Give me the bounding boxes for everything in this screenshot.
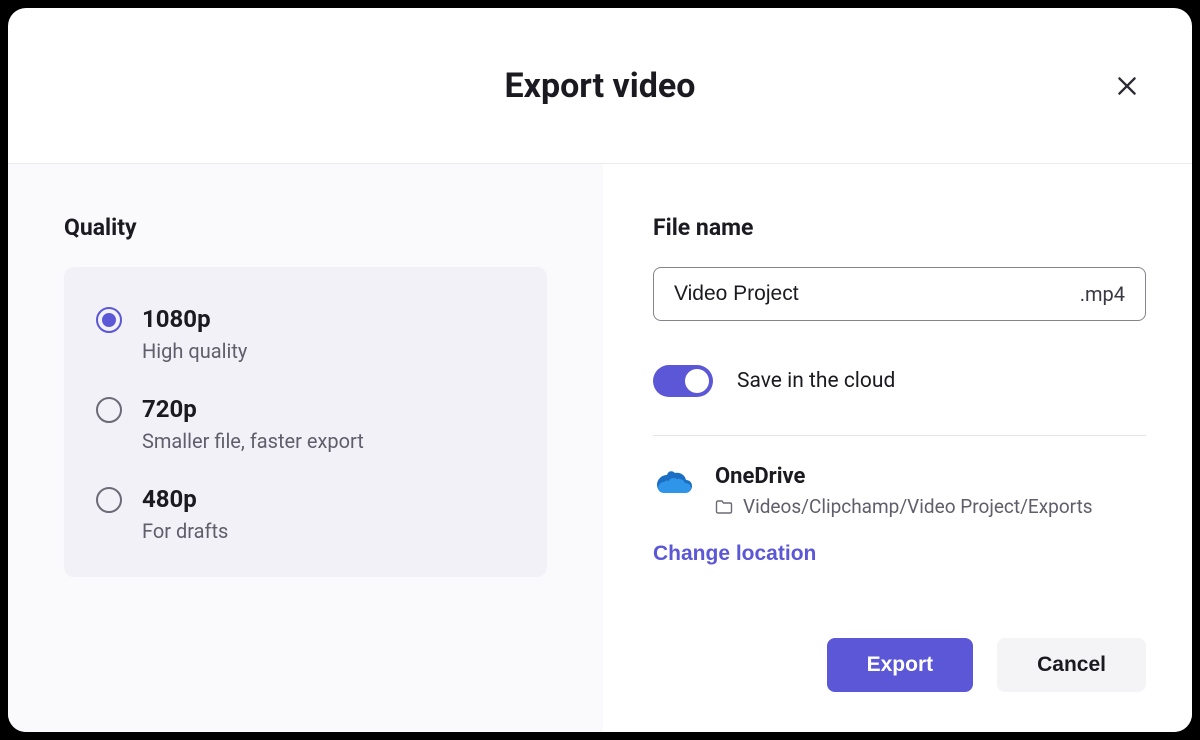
cloud-info: OneDrive Videos/Clipchamp/Video Project/… [715,464,1093,518]
dialog-body: Quality 1080p High quality 720p Smaller … [8,164,1192,732]
filename-label: File name [653,214,1146,241]
radio-icon [96,487,122,513]
cloud-toggle-row: Save in the cloud [653,365,1146,397]
filename-row: .mp4 [653,267,1146,321]
dialog-title: Export video [505,66,696,106]
option-text: 480p For drafts [142,485,228,543]
close-icon [1114,73,1140,99]
quality-option-480p[interactable]: 480p For drafts [96,475,515,549]
cloud-path-row: Videos/Clipchamp/Video Project/Exports [715,495,1093,518]
filename-input[interactable] [674,282,1080,306]
folder-icon [715,499,733,515]
change-location-link[interactable]: Change location [653,542,1146,566]
export-dialog: Export video Quality 1080p High quality [8,8,1192,732]
cloud-provider: OneDrive [715,464,1093,489]
dialog-header: Export video [8,8,1192,164]
option-title: 1080p [142,305,247,333]
quality-option-720p[interactable]: 720p Smaller file, faster export [96,385,515,475]
cloud-location-row: OneDrive Videos/Clipchamp/Video Project/… [653,464,1146,518]
cancel-button[interactable]: Cancel [997,638,1146,692]
file-extension: .mp4 [1080,282,1125,306]
cloud-toggle-label: Save in the cloud [737,369,895,393]
quality-panel: Quality 1080p High quality 720p Smaller … [8,164,603,732]
option-subtitle: High quality [142,339,247,363]
export-button[interactable]: Export [827,638,974,692]
quality-option-1080p[interactable]: 1080p High quality [96,295,515,385]
radio-icon [96,397,122,423]
quality-options: 1080p High quality 720p Smaller file, fa… [64,267,547,577]
option-text: 1080p High quality [142,305,247,363]
close-button[interactable] [1106,65,1148,107]
dialog-actions: Export Cancel [653,608,1146,692]
option-title: 480p [142,485,228,513]
option-subtitle: For drafts [142,519,228,543]
onedrive-icon [653,468,693,496]
cloud-toggle[interactable] [653,365,713,397]
radio-icon [96,307,122,333]
option-text: 720p Smaller file, faster export [142,395,364,453]
settings-panel: File name .mp4 Save in the cloud OneDriv… [603,164,1192,732]
option-subtitle: Smaller file, faster export [142,429,364,453]
quality-label: Quality [64,214,547,241]
cloud-path: Videos/Clipchamp/Video Project/Exports [743,495,1093,518]
divider [653,435,1146,436]
option-title: 720p [142,395,364,423]
